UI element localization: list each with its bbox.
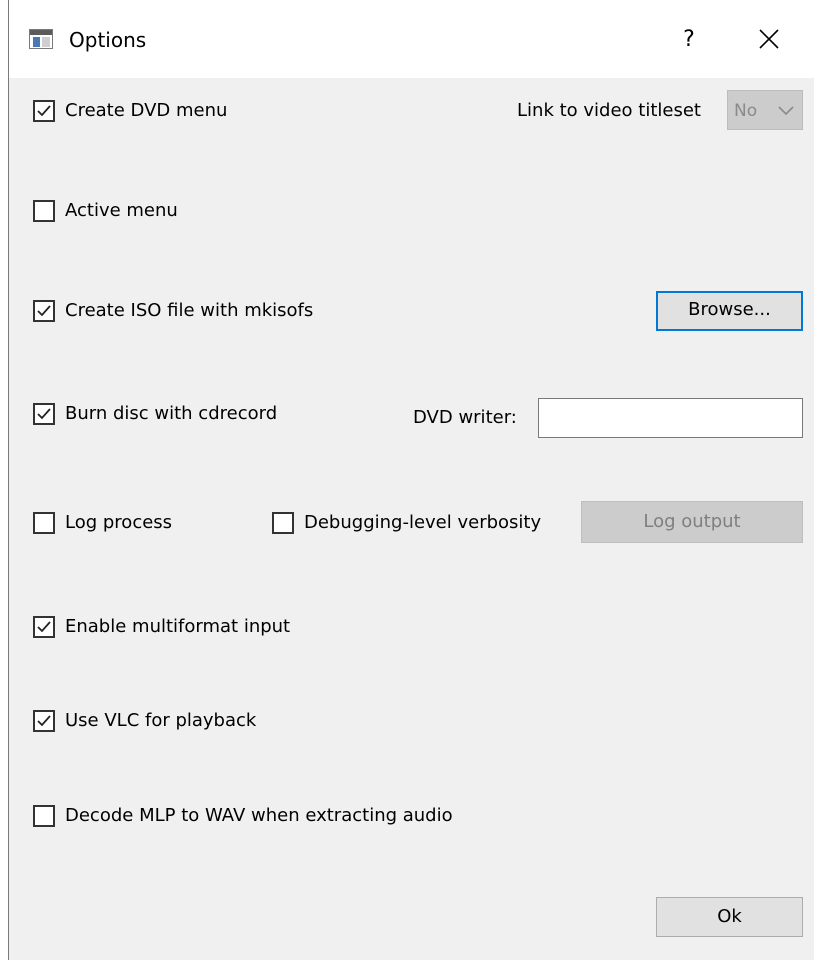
close-button[interactable] [749, 20, 789, 60]
close-icon [759, 29, 779, 49]
log-process-label: Log process [65, 512, 173, 533]
checkbox-box[interactable] [33, 805, 55, 827]
multiformat-label: Enable multiformat input [65, 616, 291, 637]
log-process-checkbox[interactable]: Log process [33, 508, 172, 538]
burn-disc-checkbox[interactable]: Burn disc with cdrecord [33, 399, 277, 429]
checkbox-box[interactable] [33, 710, 55, 732]
checkbox-box[interactable] [33, 200, 55, 222]
multiformat-checkbox[interactable]: Enable multiformat input [33, 612, 290, 642]
options-dialog: Options ? Create DVD menu Link to video … [8, 0, 814, 960]
create-dvd-menu-label: Create DVD menu [65, 100, 228, 121]
checkbox-box[interactable] [33, 616, 55, 638]
decode-mlp-label: Decode MLP to WAV when extracting audio [65, 805, 453, 826]
create-dvd-menu-checkbox[interactable]: Create DVD menu [33, 96, 227, 126]
titleset-value: No [734, 101, 758, 121]
titleset-dropdown[interactable]: No [727, 90, 803, 130]
window-title: Options [69, 28, 147, 52]
vlc-playback-label: Use VLC for playback [65, 710, 257, 731]
create-iso-label: Create ISO file with mkisofs [65, 300, 314, 321]
log-output-button[interactable]: Log output [581, 501, 803, 543]
decode-mlp-checkbox[interactable]: Decode MLP to WAV when extracting audio [33, 801, 453, 831]
checkbox-box[interactable] [272, 512, 294, 534]
vlc-playback-checkbox[interactable]: Use VLC for playback [33, 706, 256, 736]
app-window-icon [29, 29, 53, 49]
ok-button[interactable]: Ok [656, 897, 803, 937]
chevron-down-icon [778, 106, 794, 116]
help-button[interactable]: ? [669, 20, 709, 60]
checkbox-box[interactable] [33, 300, 55, 322]
checkmark-icon [37, 305, 51, 317]
checkmark-icon [37, 408, 51, 420]
debug-verbosity-label: Debugging-level verbosity [304, 512, 542, 533]
checkbox-box[interactable] [33, 403, 55, 425]
checkbox-box[interactable] [33, 512, 55, 534]
burn-disc-label: Burn disc with cdrecord [65, 403, 278, 424]
dvd-writer-label: DVD writer: [413, 407, 517, 428]
active-menu-checkbox[interactable]: Active menu [33, 196, 178, 226]
checkbox-box[interactable] [33, 100, 55, 122]
checkmark-icon [37, 621, 51, 633]
checkmark-icon [37, 715, 51, 727]
active-menu-label: Active menu [65, 200, 178, 221]
title-bar: Options ? [9, 0, 814, 78]
browse-button[interactable]: Browse... [656, 291, 803, 331]
checkmark-icon [37, 105, 51, 117]
link-to-titleset-label: Link to video titleset [517, 100, 701, 121]
create-iso-checkbox[interactable]: Create ISO file with mkisofs [33, 296, 313, 326]
debug-verbosity-checkbox[interactable]: Debugging-level verbosity [272, 508, 541, 538]
dvd-writer-input[interactable] [538, 398, 803, 438]
